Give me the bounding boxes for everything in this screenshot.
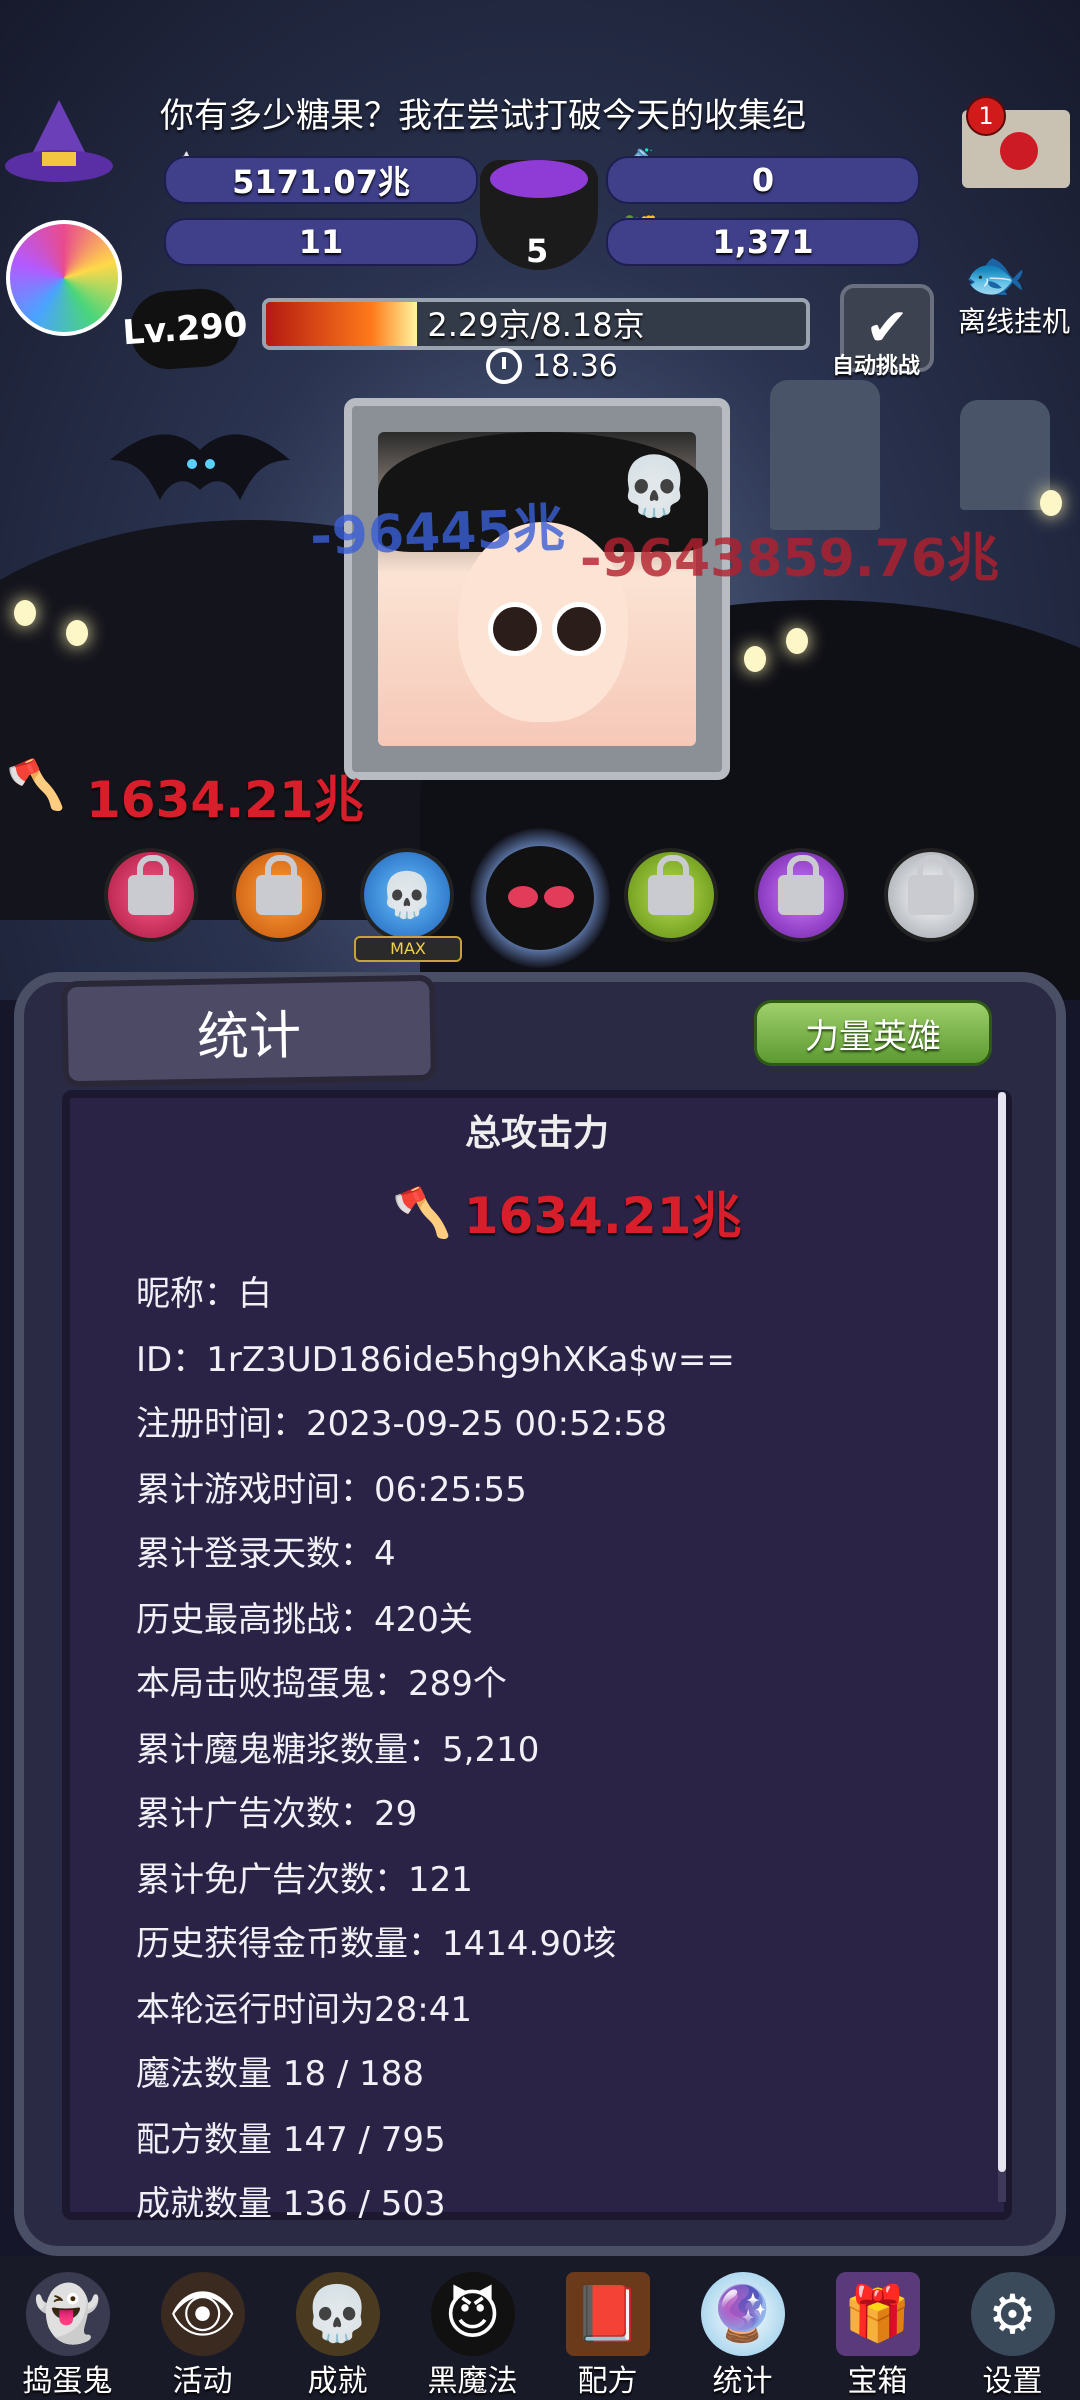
attack-power-floating: 1634.21兆 — [86, 771, 364, 829]
hero-slot-green-locked[interactable] — [624, 848, 718, 942]
stat-magic: 魔法数量 18 / 188 — [136, 2054, 425, 2094]
mail-seal — [1000, 132, 1038, 170]
stat-highest-challenge: 历史最高挑战：420关 — [136, 1600, 473, 1640]
nav-stats[interactable]: 🔮 统计 — [675, 2256, 810, 2400]
candy-corn-count: 1,371 — [606, 218, 920, 266]
hero-slot-blue-skull[interactable]: 💀 — [360, 848, 454, 942]
total-attack-row: 🪓 1634.21兆 — [392, 1176, 742, 1248]
stat-login-days: 累计登录天数：4 — [136, 1534, 396, 1574]
stat-ad-free: 累计免广告次数：121 — [136, 1860, 473, 1900]
mail-badge: 1 — [966, 96, 1006, 136]
stat-runtime: 本轮运行时间为28:41 — [136, 1990, 472, 2030]
nav-recipes[interactable]: 📕 配方 — [540, 2256, 675, 2400]
scrollbar-thumb[interactable] — [998, 1092, 1006, 2172]
devil-eye — [544, 886, 574, 908]
auto-challenge-label: 自动挑战 — [832, 354, 921, 379]
total-attack-value: 1634.21兆 — [463, 1187, 742, 1245]
tab-stats[interactable]: 统计 — [61, 974, 437, 1088]
cauldron-brew — [490, 160, 588, 198]
xp-text: 2.29京/8.18京 — [427, 306, 645, 344]
stat-achievements: 成就数量 136 / 503 — [136, 2184, 446, 2224]
lantern-light — [66, 620, 88, 646]
eye — [552, 602, 606, 656]
floating-damage-red: -9643859.76兆 — [580, 529, 999, 589]
potion-count: 0 — [606, 156, 920, 204]
eyeball-bowl-icon: 👁 — [160, 2272, 245, 2356]
tombstone — [960, 400, 1050, 510]
cauldron-count: 5 — [526, 232, 549, 270]
banner-text: 你有多少糖果？我在尝试打破今天的收集纪 — [160, 96, 806, 136]
tombstone — [770, 380, 880, 530]
lock-icon — [128, 855, 174, 915]
stat-register-time: 注册时间：2023-09-25 00:52:58 — [136, 1404, 668, 1444]
timer-value: 18.36 — [532, 348, 618, 384]
lock-icon — [648, 855, 694, 915]
eye — [488, 602, 542, 656]
stat-gold: 历史获得金币数量：1414.90垓 — [136, 1924, 617, 1964]
max-level-tag: MAX — [354, 936, 462, 962]
devil-eye — [508, 886, 538, 908]
nav-troublemaker[interactable]: 👻 捣蛋鬼 — [0, 2256, 135, 2400]
hero-slot-purple-locked[interactable] — [754, 848, 848, 942]
stat-defeated: 本局击败捣蛋鬼：289个 — [136, 1664, 507, 1704]
total-attack-title: 总攻击力 — [464, 1113, 609, 1154]
lantern-light — [1040, 490, 1062, 516]
hero-slot-orange-locked[interactable] — [232, 848, 326, 942]
power-heroes-button[interactable]: 力量英雄 — [754, 1000, 992, 1066]
hero-slot-white-locked[interactable] — [884, 848, 978, 942]
treasure-chest-icon: 🎁 — [835, 2272, 920, 2356]
recipe-book-icon: 📕 — [565, 2272, 650, 2356]
witch-hat-icon[interactable] — [4, 100, 114, 196]
lock-icon — [256, 855, 302, 915]
skull-trophy-icon: 💀 — [295, 2272, 380, 2356]
lantern-light — [14, 600, 36, 626]
stat-recipes: 配方数量 147 / 795 — [136, 2120, 446, 2160]
candy-total: 5171.07兆 — [164, 156, 478, 204]
hero-slot-devil-selected[interactable] — [486, 846, 594, 950]
axe-icon: 🪓 — [6, 757, 66, 813]
floating-damage-blue: -96445兆 — [309, 498, 566, 568]
stat-nickname: 昵称：白 — [136, 1274, 272, 1314]
candy-avatar-icon[interactable] — [6, 220, 122, 336]
bow-candy-count: 11 — [164, 218, 478, 266]
bat-enemy[interactable] — [110, 420, 290, 530]
nav-achievements[interactable]: 💀 成就 — [270, 2256, 405, 2400]
gear-icon: ⚙ — [970, 2272, 1055, 2356]
skull-icon: 💀 — [618, 452, 691, 520]
nav-settings[interactable]: ⚙ 设置 — [945, 2256, 1080, 2400]
stat-play-time: 累计游戏时间：06:25:55 — [136, 1470, 527, 1510]
stat-syrup: 累计魔鬼糖浆数量：5,210 — [136, 1730, 540, 1770]
bottom-nav: 👻 捣蛋鬼 👁 活动 💀 成就 😈 黑魔法 📕 配方 🔮 统计 🎁 宝箱 ⚙ 设… — [0, 2256, 1080, 2400]
lantern-light — [744, 646, 766, 672]
hero-slot-red-locked[interactable] — [104, 848, 198, 942]
clock-icon — [486, 348, 522, 384]
lock-icon — [778, 855, 824, 915]
crystal-ball-icon: 🔮 — [700, 2272, 785, 2356]
level-badge: Lv.290 — [121, 286, 249, 372]
round-timer: 18.36 — [486, 348, 618, 384]
top-bar: 你有多少糖果？我在尝试打破今天的收集纪 1 🍬 5171.07兆 🧪 0 💀 1… — [0, 0, 1080, 384]
offline-idle-label[interactable]: 离线挂机 — [958, 300, 1070, 340]
ghost-icon: 👻 — [25, 2272, 110, 2356]
fish-skeleton-icon[interactable]: 🐟 — [964, 246, 1026, 305]
nav-chest[interactable]: 🎁 宝箱 — [810, 2256, 945, 2400]
stat-id: ID：1rZ3UD186ide5hg9hXKa$w== — [136, 1340, 735, 1380]
lantern-light — [786, 628, 808, 654]
lock-icon — [908, 855, 954, 915]
blue-skull-icon: 💀 — [379, 870, 435, 921]
devil-icon: 😈 — [430, 2272, 515, 2356]
nav-events[interactable]: 👁 活动 — [135, 2256, 270, 2400]
axe-icon: 🪓 — [392, 1184, 452, 1241]
stat-ads: 累计广告次数：29 — [136, 1794, 418, 1834]
nav-black-magic[interactable]: 😈 黑魔法 — [405, 2256, 540, 2400]
